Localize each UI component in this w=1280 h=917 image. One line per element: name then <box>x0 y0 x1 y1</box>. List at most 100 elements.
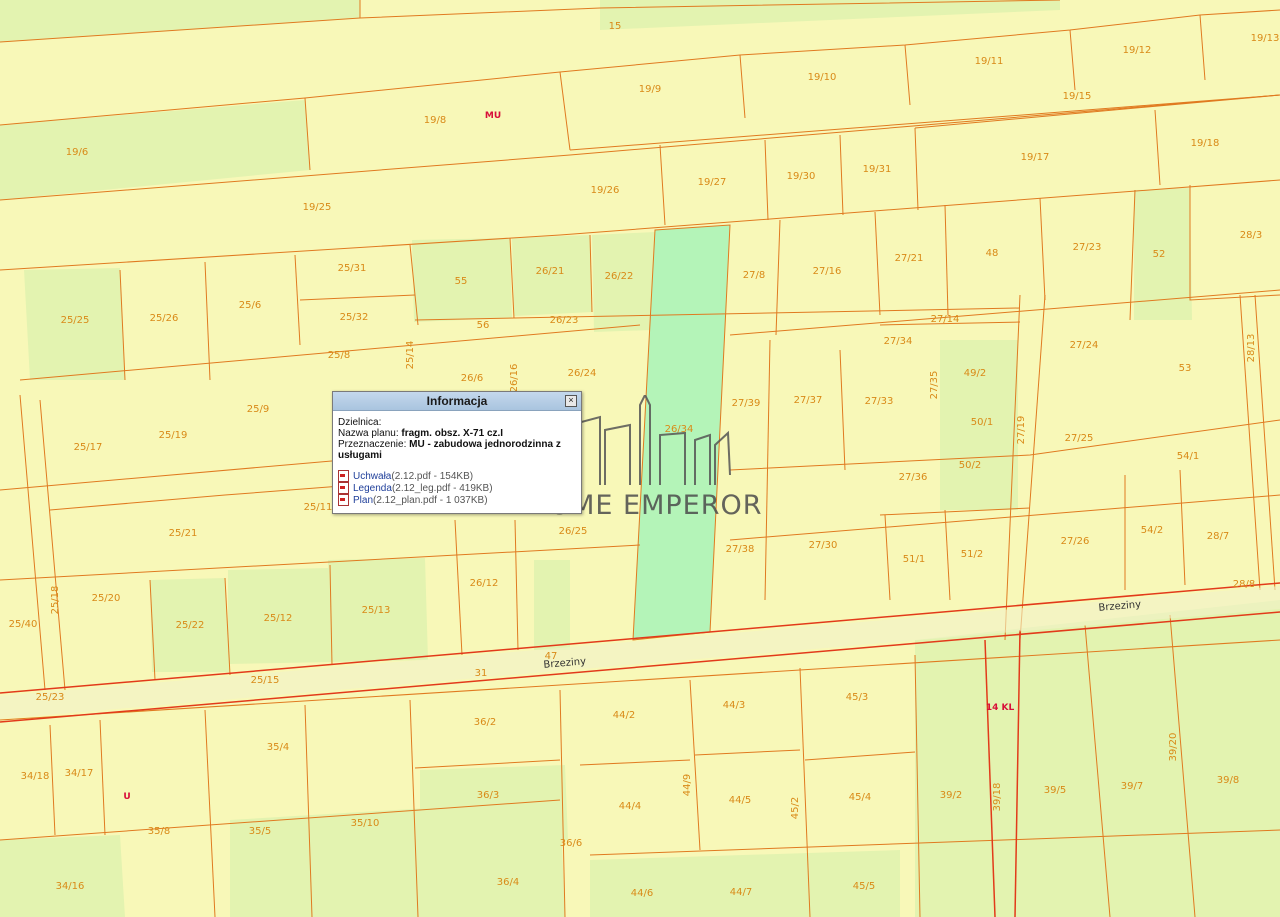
parcel-label: 27/30 <box>809 540 838 551</box>
parcel-label: 19/17 <box>1021 152 1050 163</box>
parcel-label: 35/4 <box>267 742 289 753</box>
parcel-label: 19/27 <box>698 177 727 188</box>
parcel-label: 25/23 <box>36 692 65 703</box>
parcel-label: 26/6 <box>461 373 483 384</box>
parcel-label: 45/2 <box>790 797 801 819</box>
parcel-label: 39/5 <box>1044 785 1066 796</box>
parcel-label: 36/6 <box>560 838 582 849</box>
parcel-label: 19/6 <box>66 147 88 158</box>
parcel-label: 19/15 <box>1063 91 1092 102</box>
parcel-label: 39/8 <box>1217 775 1239 786</box>
parcel-label: 44/2 <box>613 710 635 721</box>
parcel-label: 31 <box>475 668 488 679</box>
parcel-label: 39/7 <box>1121 781 1143 792</box>
parcel-label: 26/34 <box>665 424 694 435</box>
document-legenda: Legenda (2.12_leg.pdf - 419KB) <box>338 482 575 494</box>
parcel-label: 34/18 <box>21 771 50 782</box>
parcel-label: 28/3 <box>1240 230 1262 241</box>
parcel-label: 26/24 <box>568 368 597 379</box>
document-link-uchwala[interactable]: Uchwała <box>353 471 391 482</box>
parcel-label: 19/31 <box>863 164 892 175</box>
parcel-label: 56 <box>477 320 490 331</box>
plan-name-value: fragm. obsz. X-71 cz.I <box>401 428 504 439</box>
parcel-label: 19/25 <box>303 202 332 213</box>
parcel-label: 27/8 <box>743 270 765 281</box>
parcel-label: 25/9 <box>247 404 269 415</box>
parcel-label: 27/25 <box>1065 433 1094 444</box>
zone-label: U <box>123 792 130 802</box>
parcel-label: 45/4 <box>849 792 871 803</box>
parcel-label: 25/32 <box>340 312 369 323</box>
parcel-label: 35/8 <box>148 826 170 837</box>
parcel-label: 55 <box>455 276 468 287</box>
parcel-label: 26/23 <box>550 315 579 326</box>
parcel-label: 27/39 <box>732 398 761 409</box>
parcel-label: 25/6 <box>239 300 261 311</box>
parcel-label: 35/10 <box>351 818 380 829</box>
parcel-label: 27/36 <box>899 472 928 483</box>
parcel-label: 39/2 <box>940 790 962 801</box>
parcel-label: 28/8 <box>1233 579 1255 590</box>
district-row: Dzielnica: <box>338 417 575 428</box>
parcel-label: 27/19 <box>1016 416 1027 445</box>
popup-header: Informacja × <box>333 392 581 411</box>
parcel-label: 25/11 <box>304 502 333 513</box>
parcel-label: 26/12 <box>470 578 499 589</box>
parcel-label: 26/21 <box>536 266 565 277</box>
parcel-label: 44/6 <box>631 888 653 899</box>
parcel-label: 44/3 <box>723 700 745 711</box>
parcel-label: 19/8 <box>424 115 446 126</box>
parcel-label: 19/13 <box>1251 33 1280 44</box>
parcel-label: 25/13 <box>362 605 391 616</box>
parcel-label: 36/3 <box>477 790 499 801</box>
parcel-label: 27/35 <box>929 371 940 400</box>
document-plan: Plan (2.12_plan.pdf - 1 037KB) <box>338 494 575 506</box>
zone-label: 14 KL <box>986 703 1015 713</box>
purpose-row: Przeznaczenie: MU - zabudowa jednorodzin… <box>338 439 575 461</box>
document-meta: (2.12_plan.pdf - 1 037KB) <box>373 494 488 506</box>
parcel-label: 49/2 <box>964 368 986 379</box>
plan-name-label: Nazwa planu: <box>338 428 399 439</box>
close-icon[interactable]: × <box>565 395 577 407</box>
document-meta: (2.12.pdf - 154KB) <box>391 470 474 482</box>
parcel-label: 27/14 <box>931 314 960 325</box>
parcel-label: 27/16 <box>813 266 842 277</box>
pdf-icon <box>338 494 349 506</box>
cadastral-map[interactable]: 15 19/6 19/8 19/9 19/10 19/11 19/12 19/13 19/15 1… <box>0 0 1280 917</box>
parcel-label: 25/12 <box>264 613 293 624</box>
parcel-label: 52 <box>1153 249 1166 260</box>
plan-name-row: Nazwa planu: fragm. obsz. X-71 cz.I <box>338 428 575 439</box>
parcel-label: 44/9 <box>682 774 693 796</box>
parcel-label: 50/2 <box>959 460 981 471</box>
parcel-label: 44/7 <box>730 887 752 898</box>
parcel-label: 25/40 <box>9 619 38 630</box>
parcel-label: 25/18 <box>50 586 61 615</box>
parcel-label: 19/18 <box>1191 138 1220 149</box>
parcel-label: 19/12 <box>1123 45 1152 56</box>
parcel-label: 39/20 <box>1168 733 1179 762</box>
parcel-label: 44/5 <box>729 795 751 806</box>
parcel-label: 19/26 <box>591 185 620 196</box>
parcel-label: 19/11 <box>975 56 1004 67</box>
parcel-label: 36/4 <box>497 877 519 888</box>
parcel-label: 27/33 <box>865 396 894 407</box>
parcel-label: 25/14 <box>405 341 416 370</box>
document-uchwala: Uchwała (2.12.pdf - 154KB) <box>338 470 575 482</box>
parcel-label: 26/22 <box>605 271 634 282</box>
parcel-label: 27/24 <box>1070 340 1099 351</box>
zone-label: MU <box>485 111 501 121</box>
parcel-label: 25/31 <box>338 263 367 274</box>
parcel-label: 45/3 <box>846 692 868 703</box>
parcel-label: 25/8 <box>328 350 350 361</box>
pdf-icon <box>338 470 349 482</box>
parcel-label: 51/1 <box>903 554 925 565</box>
parcel-label: 34/16 <box>56 881 85 892</box>
parcel-label: 27/34 <box>884 336 913 347</box>
parcel-label: 28/7 <box>1207 531 1229 542</box>
parcel-label: 39/18 <box>992 783 1003 812</box>
parcel-label: 53 <box>1179 363 1192 374</box>
document-link-legenda[interactable]: Legenda <box>353 483 392 494</box>
parcel-label: 27/26 <box>1061 536 1090 547</box>
document-link-plan[interactable]: Plan <box>353 495 373 506</box>
parcel-label: 27/23 <box>1073 242 1102 253</box>
